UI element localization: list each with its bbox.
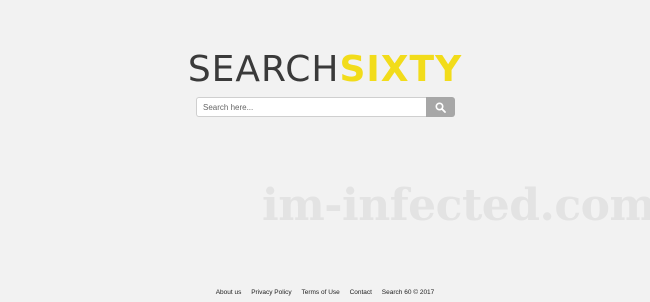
footer-link-about-us[interactable]: About us — [216, 289, 242, 296]
search-button[interactable] — [426, 97, 455, 117]
watermark: im-infected.com — [262, 180, 650, 231]
logo: SEARCHSIXTY — [0, 48, 650, 92]
footer-link-privacy-policy[interactable]: Privacy Policy — [251, 289, 291, 296]
logo-search-text: SEARCH — [187, 49, 340, 90]
footer-copyright: Search 60 © 2017 — [381, 289, 435, 296]
search-icon — [435, 101, 446, 113]
footer-link-contact[interactable]: Contact — [350, 289, 372, 296]
logo-sixty-text: SIXTY — [339, 49, 463, 90]
search-form — [196, 97, 455, 117]
footer: About us Privacy Policy Terms of Use Con… — [0, 288, 650, 298]
footer-link-terms-of-use[interactable]: Terms of Use — [301, 289, 339, 296]
search-input[interactable] — [196, 97, 426, 117]
